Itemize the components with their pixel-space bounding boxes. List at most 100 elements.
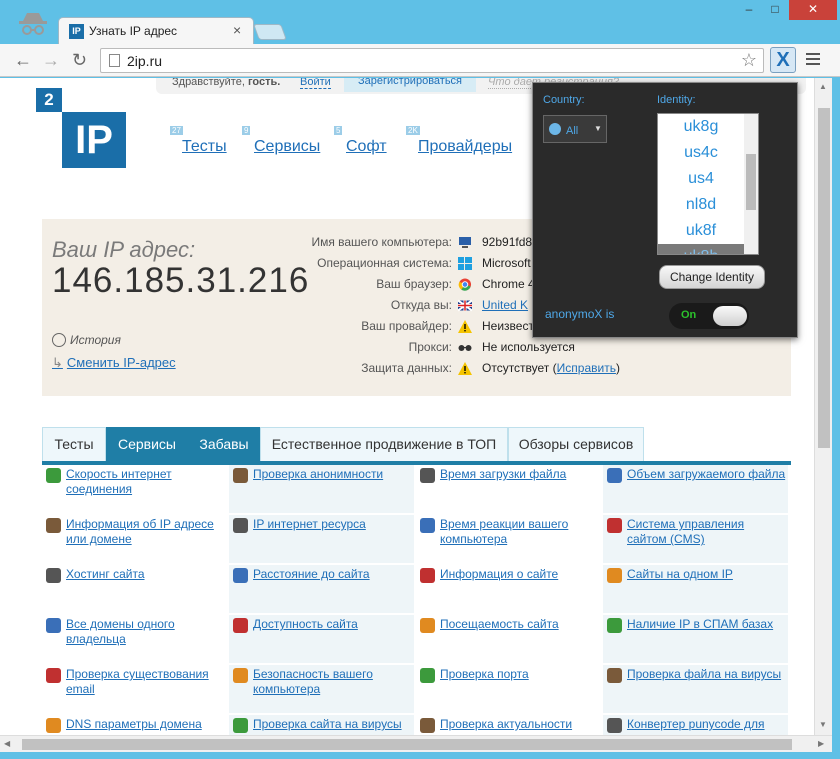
nav-providers[interactable]: 2K Провайдеры — [406, 126, 512, 156]
tab-reviews[interactable]: Обзоры сервисов — [508, 427, 644, 462]
info-value: Microsoft — [482, 256, 531, 270]
service-link[interactable]: Скорость интернет соединения — [66, 467, 226, 497]
tab-fun[interactable]: Забавы — [188, 427, 260, 462]
service-link[interactable]: IP интернет ресурса — [253, 517, 413, 532]
change-identity-button[interactable]: Change Identity — [659, 265, 765, 289]
service-item: Сайты на одном IP — [603, 565, 788, 613]
country-select[interactable]: All ▼ — [543, 115, 607, 143]
change-ip-link[interactable]: ↳ Сменить IP-адрес — [52, 355, 176, 371]
nav-services[interactable]: 9 Сервисы — [242, 126, 320, 156]
service-link[interactable]: Проверка порта — [440, 667, 600, 682]
info-key: Прокси: — [408, 340, 452, 354]
scroll-up-icon[interactable]: ▲ — [819, 82, 827, 91]
service-link[interactable]: DNS параметры домена — [66, 717, 226, 732]
service-link[interactable]: Безопасность вашего компьютера — [253, 667, 413, 697]
service-link[interactable]: Доступность сайта — [253, 617, 413, 632]
tab-tests[interactable]: Тесты — [42, 427, 106, 462]
scroll-left-icon[interactable]: ◀ — [4, 739, 10, 748]
service-link[interactable]: Проверка существования email — [66, 667, 226, 697]
service-item: Время загрузки файла — [416, 465, 601, 513]
service-link[interactable]: Информация о сайте — [440, 567, 600, 582]
service-link[interactable]: Проверка анонимности — [253, 467, 413, 482]
identity-option[interactable]: uk8g — [658, 114, 744, 140]
service-item: Конвертер punycode для — [603, 715, 788, 735]
warning-icon — [458, 362, 472, 375]
identity-option-selected[interactable]: uk8b — [658, 244, 744, 254]
anonymox-status-label: anonymoX is — [545, 307, 615, 321]
register-button[interactable]: Зарегистрироваться — [344, 78, 477, 92]
tab-close-icon[interactable]: × — [233, 22, 241, 38]
minimize-button[interactable]: – — [736, 0, 762, 20]
service-link[interactable]: Проверка сайта на вирусы — [253, 717, 413, 732]
scroll-right-icon[interactable]: ▶ — [818, 739, 824, 748]
service-link[interactable]: Конвертер punycode для — [627, 717, 787, 732]
tab-services[interactable]: Сервисы — [106, 427, 188, 462]
menu-icon[interactable] — [806, 53, 820, 68]
maximize-button[interactable]: □ — [762, 0, 788, 20]
service-link[interactable]: Система управления сайтом (CMS) — [627, 517, 787, 547]
logo-text: IP — [62, 112, 126, 168]
dropdown-caret-icon: ▼ — [594, 124, 602, 133]
identity-scrollbar[interactable] — [744, 114, 758, 254]
identity-option[interactable]: us4c — [658, 140, 744, 166]
anonymox-toggle[interactable]: On — [669, 303, 749, 329]
bookmark-star-icon[interactable]: ☆ — [741, 50, 757, 71]
anonymox-extension-button[interactable]: X — [770, 47, 796, 73]
service-link[interactable]: Время загрузки файла — [440, 467, 600, 482]
fix-link[interactable]: Исправить — [557, 361, 616, 375]
star-icon — [420, 618, 435, 633]
vertical-scrollbar[interactable]: ▲ ▼ — [814, 78, 832, 735]
incognito-icon — [19, 13, 47, 35]
hosting-icon — [46, 568, 61, 583]
forward-arrow-icon[interactable]: → — [42, 50, 60, 71]
toggle-knob[interactable] — [713, 306, 747, 326]
service-link[interactable]: Посещаемость сайта — [440, 617, 600, 632]
service-item: Проверка файла на вирусы — [603, 665, 788, 713]
location-link[interactable]: United K — [482, 298, 528, 312]
reload-icon[interactable]: ↻ — [72, 50, 87, 71]
glasses-icon — [458, 345, 472, 351]
service-link[interactable]: Проверка файла на вирусы — [627, 667, 787, 682]
back-arrow-icon[interactable]: ← — [14, 50, 32, 71]
address-bar[interactable]: 2ip.ru ☆ — [100, 48, 764, 73]
service-link[interactable]: Время реакции вашего компьютера — [440, 517, 600, 547]
nav-tests[interactable]: 27 Тесты — [170, 126, 227, 156]
horizontal-scrollbar[interactable]: ◀ ▶ — [0, 735, 832, 752]
service-link[interactable]: Наличие IP в СПАМ базах — [627, 617, 787, 632]
ip-info-icon — [46, 518, 61, 533]
info-key: Ваш провайдер: — [361, 319, 452, 333]
info-value: Неизвест — [482, 319, 534, 333]
horizontal-scroll-thumb[interactable] — [22, 739, 792, 750]
service-link[interactable]: Хостинг сайта — [66, 567, 226, 582]
scroll-down-icon[interactable]: ▼ — [819, 720, 827, 729]
close-window-button[interactable]: ✕ — [789, 0, 837, 20]
dns-icon — [46, 718, 61, 733]
country-value: All — [566, 125, 579, 137]
service-link[interactable]: Сайты на одном IP — [627, 567, 787, 582]
identity-list[interactable]: uk8g us4c us4 nl8d uk8f uk8b — [657, 113, 759, 255]
info-key: Защита данных: — [361, 361, 452, 375]
service-link[interactable]: Все домены одного владельца — [66, 617, 226, 647]
service-item: Доступность сайта — [229, 615, 414, 663]
nav-soft[interactable]: 5 Софт — [334, 126, 387, 156]
site-logo[interactable]: 2 IP — [36, 88, 126, 168]
vertical-scroll-thumb[interactable] — [818, 108, 830, 448]
service-link[interactable]: Проверка актуальности — [440, 717, 600, 732]
signin-link[interactable]: Войти — [300, 78, 331, 89]
new-tab-button[interactable] — [253, 24, 287, 40]
globe-icon — [420, 668, 435, 683]
tab-seo[interactable]: Естественное продвижение в ТОП — [260, 427, 508, 462]
identity-option[interactable]: us4 — [658, 166, 744, 192]
computer-icon — [459, 237, 471, 248]
url-text[interactable]: 2ip.ru — [127, 53, 162, 69]
service-link[interactable]: Расстояние до сайта — [253, 567, 413, 582]
service-link[interactable]: Объем загружаемого файла — [627, 467, 787, 482]
service-link[interactable]: Информация об IP адресе или домене — [66, 517, 226, 547]
browser-tab[interactable]: IP Узнать IP адрес × — [58, 17, 254, 44]
identity-option[interactable]: nl8d — [658, 192, 744, 218]
history-link[interactable]: История — [52, 333, 121, 347]
service-item: Проверка актуальности — [416, 715, 601, 735]
identity-option[interactable]: uk8f — [658, 218, 744, 244]
identity-scroll-thumb[interactable] — [746, 154, 756, 210]
nav-badge: 5 — [334, 126, 343, 135]
